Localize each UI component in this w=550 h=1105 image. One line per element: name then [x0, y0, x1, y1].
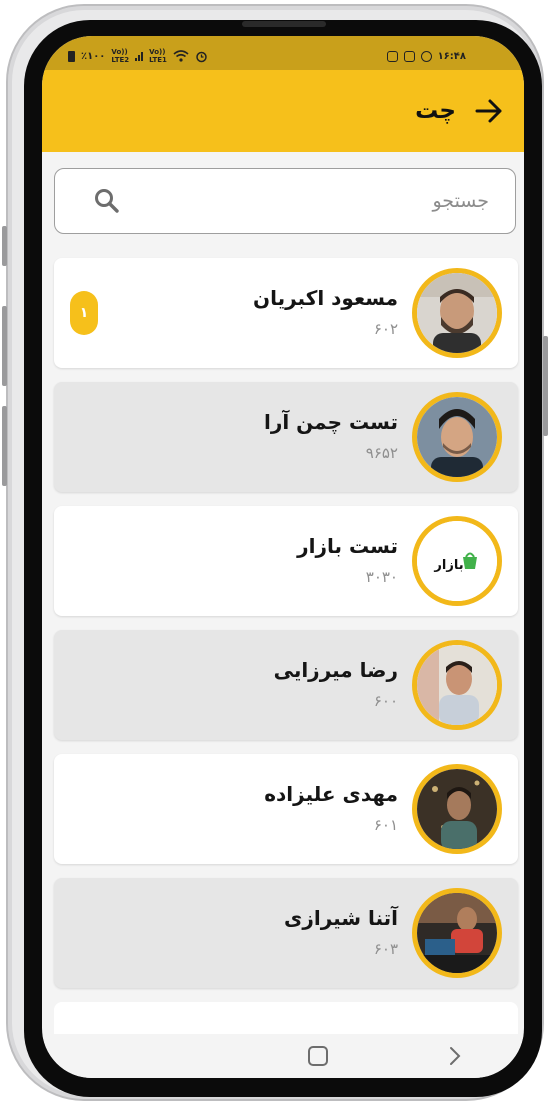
power-button: [543, 336, 548, 436]
volume-down-button: [2, 406, 7, 486]
search-input[interactable]: [121, 190, 489, 212]
instagram-icon: [403, 50, 415, 62]
chat-name: تست چمن آرا: [263, 410, 398, 434]
chat-list: مسعود اکبریان ۶۰۲ ۱ تست چمن آرا ۹۶۵۲ باز…: [54, 258, 518, 1002]
battery-icon: [68, 50, 75, 62]
avatar: [412, 888, 502, 978]
arrow-right-icon[interactable]: [474, 96, 504, 126]
bazaar-logo-icon: بازار: [417, 521, 497, 601]
chat-id: ۶۰۳: [373, 940, 398, 958]
chat-name: تست بازار: [297, 534, 398, 558]
avatar: بازار: [412, 516, 502, 606]
volume-up-button: [2, 306, 7, 386]
search-box: [54, 168, 516, 234]
page-title: چت: [415, 98, 456, 124]
navigation-bar: [42, 1034, 524, 1078]
avatar: [412, 640, 502, 730]
alarm-icon: [196, 51, 207, 62]
man-dark-hair-avatar-icon: [417, 397, 497, 477]
chat-name: آتنا شیرازی: [284, 906, 398, 930]
status-time: ۱۶:۴۸: [437, 50, 466, 62]
volte-label: Vo)): [111, 48, 128, 56]
network-indicator-1: Vo)) LTE1: [149, 48, 167, 64]
chat-item[interactable]: آتنا شیرازی ۶۰۳: [54, 878, 518, 988]
volte-label: Vo)): [149, 48, 166, 56]
screen: ٪۱۰۰ Vo)) LTE2 Vo)) LTE1 ۱۶:۴۸ چت جستجو …: [42, 36, 524, 1078]
network-label: LTE2: [111, 56, 130, 64]
phone-frame: ٪۱۰۰ Vo)) LTE2 Vo)) LTE1 ۱۶:۴۸ چت جستجو …: [2, 4, 548, 1101]
chat-id: ۶۰۰: [373, 692, 398, 710]
man-night-avatar-icon: [417, 769, 497, 849]
volume-button: [2, 226, 7, 266]
chat-item[interactable]: بازار تست بازار ۳۰۳۰: [54, 506, 518, 616]
chat-item[interactable]: مهدی علیزاده ۶۰۱: [54, 754, 518, 864]
wifi-icon: [173, 50, 189, 62]
chat-id: ۶۰۱: [373, 816, 398, 834]
home-button-icon[interactable]: [308, 1046, 328, 1066]
chat-id: ۶۰۲: [373, 320, 398, 338]
chat-item[interactable]: مسعود اکبریان ۶۰۲ ۱: [54, 258, 518, 368]
speaker-grille: [242, 21, 326, 27]
chat-item[interactable]: تست چمن آرا ۹۶۵۲: [54, 382, 518, 492]
chat-name: مسعود اکبریان: [253, 286, 398, 310]
chevron-right-icon[interactable]: [446, 1045, 464, 1067]
man-beard-avatar-icon: [417, 273, 497, 353]
status-right: ۱۶:۴۸: [386, 50, 466, 62]
status-bar: ٪۱۰۰ Vo)) LTE2 Vo)) LTE1 ۱۶:۴۸: [42, 36, 524, 70]
signal-icon: [135, 51, 144, 61]
desk-photo-avatar-icon: [417, 893, 497, 973]
avatar: [412, 268, 502, 358]
chat-name: رضا میرزایی: [273, 658, 398, 682]
app-header: چت: [42, 70, 524, 152]
man-office-avatar-icon: [417, 645, 497, 725]
unread-badge: ۱: [70, 291, 98, 335]
battery-level: ٪۱۰۰: [81, 50, 106, 62]
chat-item[interactable]: رضا میرزایی ۶۰۰: [54, 630, 518, 740]
search-icon[interactable]: [93, 187, 121, 215]
status-left: ٪۱۰۰ Vo)) LTE2 Vo)) LTE1: [68, 48, 208, 64]
bazaar-logo-text: بازار: [433, 558, 463, 573]
avatar: [412, 764, 502, 854]
instagram-icon: [386, 50, 398, 62]
network-indicator-2: Vo)) LTE2: [111, 48, 129, 64]
network-label: LTE1: [149, 56, 167, 64]
chat-name: مهدی علیزاده: [264, 782, 398, 806]
whatsapp-icon: [420, 50, 432, 62]
chat-id: ۹۶۵۲: [365, 444, 398, 462]
avatar: [412, 392, 502, 482]
chat-id: ۳۰۳۰: [365, 568, 398, 586]
